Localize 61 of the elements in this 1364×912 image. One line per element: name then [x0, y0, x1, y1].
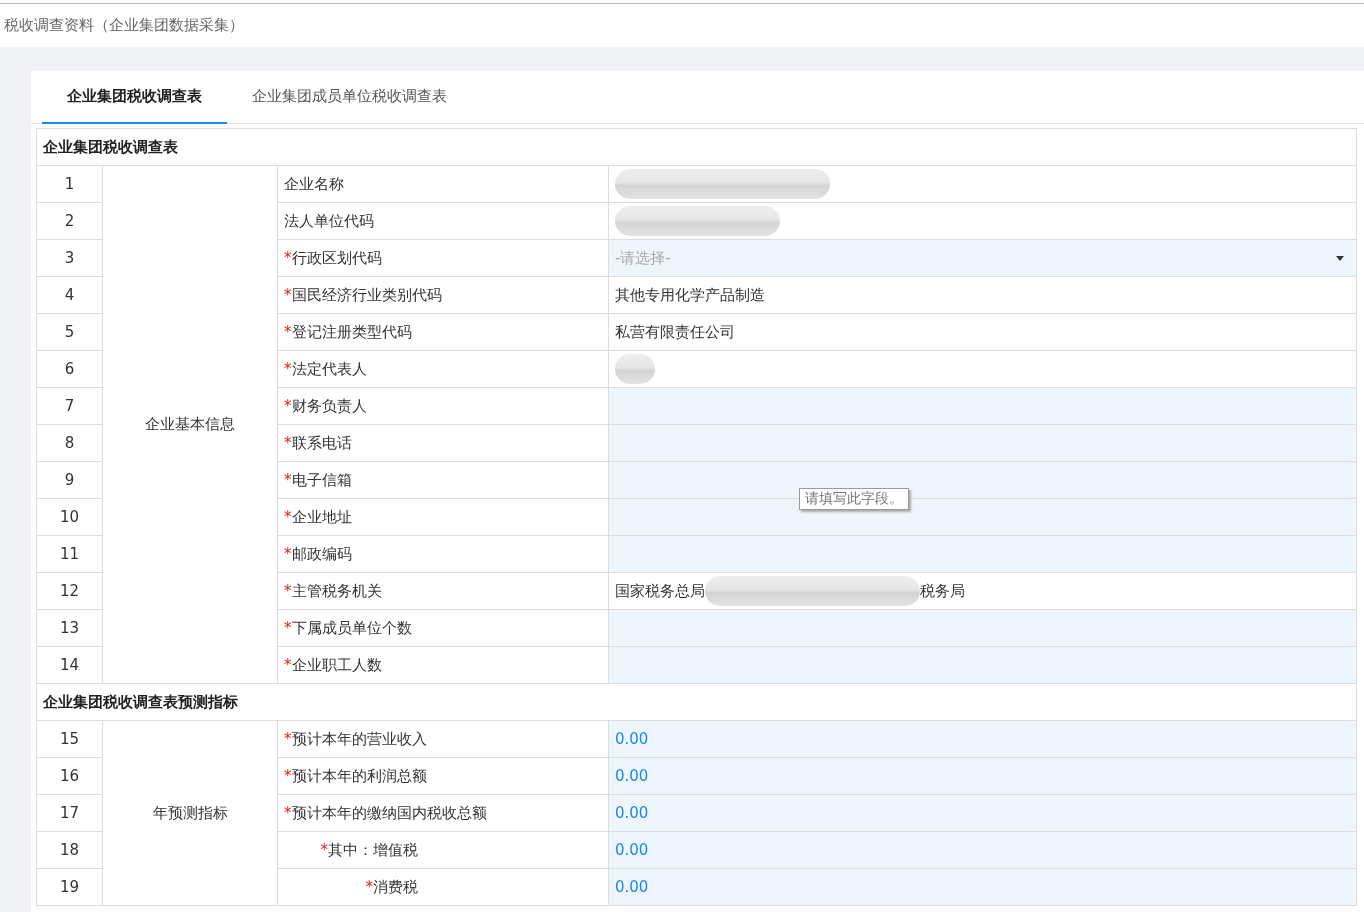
row-number: 7 — [36, 387, 103, 425]
input-field[interactable] — [608, 646, 1357, 684]
field-label: *企业地址 — [277, 498, 609, 536]
row-number: 16 — [36, 757, 103, 795]
section-title: 企业集团税收调查表 — [36, 128, 1357, 166]
field-label: *邮政编码 — [277, 535, 609, 573]
number-value: 0.00 — [615, 730, 649, 748]
input-field[interactable] — [608, 387, 1357, 425]
group-label: 年预测指标 — [102, 720, 278, 906]
row-number: 12 — [36, 572, 103, 610]
row-number: 13 — [36, 609, 103, 647]
row-number: 15 — [36, 720, 103, 758]
section-title: 企业集团税收调查表预测指标 — [36, 683, 1357, 721]
validation-tooltip: 请填写此字段。 — [799, 488, 909, 510]
row-number: 3 — [36, 239, 103, 277]
number-value: 0.00 — [615, 878, 649, 896]
field-label: *其中：增值税 — [277, 831, 609, 869]
field-label: *消费税 — [277, 868, 609, 906]
input-field[interactable] — [608, 535, 1357, 573]
number-value: 0.00 — [615, 841, 649, 859]
field-label: *法定代表人 — [277, 350, 609, 388]
field-label: *行政区划代码 — [277, 239, 609, 277]
row-number: 17 — [36, 794, 103, 832]
field-label: *预计本年的营业收入 — [277, 720, 609, 758]
row-number: 18 — [36, 831, 103, 869]
input-field[interactable] — [608, 424, 1357, 462]
number-value: 0.00 — [615, 804, 649, 822]
row-number: 9 — [36, 461, 103, 499]
row-number: 5 — [36, 313, 103, 351]
row-number: 6 — [36, 350, 103, 388]
row-number: 8 — [36, 424, 103, 462]
field-label: *联系电话 — [277, 424, 609, 462]
field-label: *财务负责人 — [277, 387, 609, 425]
row-number: 10 — [36, 498, 103, 536]
field-label: *国民经济行业类别代码 — [277, 276, 609, 314]
field-label: 法人单位代码 — [277, 202, 609, 240]
row-number: 19 — [36, 868, 103, 906]
tab[interactable]: 企业集团成员单位税收调查表 — [227, 71, 472, 124]
number-value: 0.00 — [615, 767, 649, 785]
field-value: 国家税务总局 — [615, 581, 705, 601]
field-label: *下属成员单位个数 — [277, 609, 609, 647]
tab[interactable]: 企业集团税收调查表 — [42, 71, 227, 124]
field-label: *主管税务机关 — [277, 572, 609, 610]
field-value: 其他专用化学产品制造 — [615, 285, 765, 305]
field-label: *企业职工人数 — [277, 646, 609, 684]
row-number: 11 — [36, 535, 103, 573]
group-label: 企业基本信息 — [102, 165, 278, 684]
field-label: *预计本年的利润总额 — [277, 757, 609, 795]
row-number: 14 — [36, 646, 103, 684]
row-number: 2 — [36, 202, 103, 240]
input-field[interactable] — [608, 609, 1357, 647]
field-value: 私营有限责任公司 — [615, 322, 735, 342]
row-number: 4 — [36, 276, 103, 314]
field-label: 企业名称 — [277, 165, 609, 203]
page-title: 税收调查资料（企业集团数据采集） — [4, 16, 244, 35]
field-label: *预计本年的缴纳国内税收总额 — [277, 794, 609, 832]
field-value: 税务局 — [920, 581, 965, 601]
field-label: *电子信箱 — [277, 461, 609, 499]
blurred-region — [615, 354, 655, 384]
field-label: *登记注册类型代码 — [277, 313, 609, 351]
row-number: 1 — [36, 165, 103, 203]
